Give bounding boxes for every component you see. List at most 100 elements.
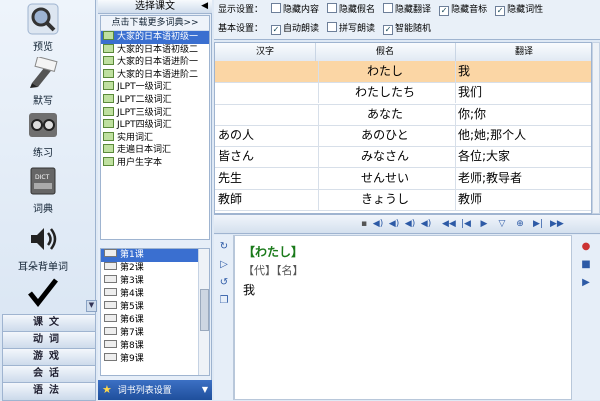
table-row[interactable]: あの人 あのひと 他;她;那个人 bbox=[215, 124, 591, 148]
first-icon[interactable]: |◀ bbox=[460, 218, 472, 231]
book-icon bbox=[103, 131, 114, 141]
dropdown-arrow-icon: ▼ bbox=[201, 385, 208, 394]
option-checkbox[interactable]: 拼写朗读 bbox=[319, 22, 375, 34]
copy-icon[interactable]: ❐ bbox=[218, 295, 230, 307]
fast-forward-icon[interactable]: ▶▶ bbox=[550, 218, 564, 231]
table-scrollbar[interactable] bbox=[592, 42, 600, 214]
table-row[interactable]: あなた 你;你 bbox=[215, 103, 591, 126]
book-list-item[interactable]: 大家的日本语初级二 bbox=[101, 43, 209, 57]
option-checkbox[interactable]: ✓ 隐藏音标 bbox=[431, 5, 488, 16]
lesson-list-item[interactable]: 第5课 bbox=[101, 301, 209, 314]
option-checkbox[interactable]: ✓ 智能随机 bbox=[375, 24, 431, 35]
option-label: 自动朗读 bbox=[283, 24, 320, 34]
lesson-list-item[interactable]: 第3课 bbox=[101, 275, 209, 288]
tool-dictionary[interactable]: DICT 词典 bbox=[0, 164, 86, 215]
tool-preview[interactable]: 预览 bbox=[0, 2, 86, 53]
book-list-item[interactable]: 用户生字本 bbox=[101, 156, 209, 170]
cell-meaning: 你;你 bbox=[455, 104, 591, 125]
lesson-title: 第6课 bbox=[120, 315, 144, 325]
loop-icon[interactable]: ⊕ bbox=[514, 218, 526, 231]
detail-word: 【わたし】 bbox=[243, 245, 304, 259]
book-title: 用户生字本 bbox=[117, 157, 163, 168]
category-grammar-button[interactable]: 语法 bbox=[2, 382, 96, 401]
lesson-list-item[interactable]: 第9课 bbox=[101, 353, 209, 366]
checkbox-box[interactable] bbox=[383, 3, 394, 13]
tool-ear-memorize[interactable]: 耳朵背单词 bbox=[0, 222, 86, 273]
option-checkbox[interactable]: 隐藏内容 bbox=[263, 3, 319, 15]
checkbox-box[interactable]: ✓ bbox=[383, 25, 394, 35]
table-row[interactable]: 先生 せんせい 老师;教导者 bbox=[215, 167, 591, 190]
lesson-title: 第5课 bbox=[120, 302, 144, 312]
book-list-item[interactable]: JLPT二级词汇 bbox=[101, 93, 209, 107]
cell-kanji bbox=[215, 61, 319, 82]
column-header-kanji[interactable]: 汉字 bbox=[215, 43, 316, 61]
expand-icon[interactable]: ▷ bbox=[218, 259, 230, 271]
option-label: 隐藏假名 bbox=[339, 5, 376, 15]
option-checkbox[interactable]: ✓ 自动朗读 bbox=[263, 24, 320, 35]
book-list-item[interactable]: JLPT三级词汇 bbox=[101, 106, 209, 120]
lesson-title: 第8课 bbox=[120, 341, 144, 351]
play-recording-icon[interactable]: ▶ bbox=[580, 277, 592, 289]
lesson-icon bbox=[104, 275, 117, 283]
tool-dictation[interactable]: 默写 bbox=[0, 56, 86, 107]
stop-icon[interactable]: ■ bbox=[580, 259, 592, 271]
word-detail-pane: 【わたし】 【代】【名】 我 bbox=[234, 235, 572, 400]
column-header-kana[interactable]: 假名 bbox=[315, 43, 456, 61]
collapse-left-icon[interactable]: ◀ bbox=[201, 0, 208, 13]
checkbox-box[interactable] bbox=[327, 3, 338, 13]
lesson-list-item[interactable]: 第2课 bbox=[101, 262, 209, 275]
volume-low-icon[interactable]: ◀) bbox=[372, 218, 384, 231]
play-icon[interactable]: ▶ bbox=[478, 218, 490, 231]
option-checkbox[interactable]: 隐藏翻译 bbox=[375, 3, 431, 15]
cell-kana: わたし bbox=[315, 61, 456, 82]
table-row[interactable]: わたし我 bbox=[215, 61, 591, 84]
record-icon[interactable]: ● bbox=[580, 241, 592, 253]
pen-icon bbox=[23, 56, 63, 90]
cell-kana: あなた bbox=[315, 103, 456, 125]
dictionary-icon: DICT bbox=[23, 164, 63, 198]
option-label: 隐藏音标 bbox=[451, 5, 488, 15]
display-settings-label: 显示设置： bbox=[218, 5, 264, 15]
book-list-item[interactable]: 大家的日本语初级一 bbox=[101, 31, 209, 44]
table-row[interactable]: 皆さん みなさん 各位;大家 bbox=[215, 146, 591, 169]
filter-icon[interactable]: ▽ bbox=[496, 218, 508, 231]
checkbox-box[interactable] bbox=[327, 22, 338, 32]
lesson-list-item[interactable]: 第1课 bbox=[101, 249, 209, 262]
volume-mid-icon[interactable]: ◀) bbox=[388, 218, 400, 231]
next-icon[interactable]: ▶| bbox=[532, 218, 544, 231]
book-list-item[interactable]: JLPT四级词汇 bbox=[101, 119, 209, 132]
tool-label: 耳朵背单词 bbox=[18, 262, 68, 273]
checkbox-box[interactable]: ✓ bbox=[495, 6, 506, 16]
book-list-item[interactable]: 实用词汇 bbox=[101, 131, 209, 145]
scrollbar-thumb[interactable] bbox=[200, 289, 209, 331]
option-checkbox[interactable]: ✓ 隐藏词性 bbox=[487, 5, 543, 16]
book-list-item[interactable]: 走遍日本词汇 bbox=[101, 144, 209, 157]
tool-check[interactable] bbox=[0, 276, 86, 310]
lesson-list-item[interactable]: 第7课 bbox=[101, 327, 209, 340]
option-checkbox[interactable]: 隐藏假名 bbox=[319, 3, 376, 15]
lesson-list-scrollbar[interactable] bbox=[198, 249, 209, 375]
reload-icon[interactable]: ↺ bbox=[218, 277, 230, 289]
download-dictionaries-link[interactable]: 点击下载更多词典>> bbox=[101, 16, 209, 31]
lesson-list-item[interactable]: 第8课 bbox=[101, 340, 209, 353]
checkbox-box[interactable]: ✓ bbox=[271, 25, 282, 35]
table-row[interactable]: わたしたち 我们 bbox=[215, 82, 591, 105]
tools-scroll-down-button[interactable]: ▼ bbox=[86, 300, 97, 312]
table-row[interactable]: 教師 きょうし 教师 bbox=[215, 188, 591, 212]
lesson-list-item[interactable]: 第4课 bbox=[101, 288, 209, 301]
book-list-item[interactable]: 大家的日本语进阶一 bbox=[101, 56, 209, 69]
lesson-list-item[interactable]: 第6课 bbox=[101, 314, 209, 327]
volume-high-icon[interactable]: ◀) bbox=[404, 218, 416, 231]
book-icon bbox=[103, 106, 114, 116]
checkbox-box[interactable] bbox=[271, 3, 282, 13]
rewind-icon[interactable]: ◀◀ bbox=[442, 218, 456, 231]
tool-practice[interactable]: 练习 bbox=[0, 108, 86, 159]
column-header-meaning[interactable]: 翻译 bbox=[455, 43, 591, 61]
book-list-settings-button[interactable]: ★ 词书列表设置 ▼ bbox=[98, 380, 212, 400]
book-list-item[interactable]: 大家的日本语进阶二 bbox=[101, 68, 209, 82]
book-list-item[interactable]: JLPT一级词汇 bbox=[101, 81, 209, 94]
volume-max-icon[interactable]: ◀) bbox=[420, 218, 432, 231]
refresh-icon[interactable]: ↻ bbox=[218, 241, 230, 253]
lesson-title: 第2课 bbox=[120, 263, 144, 273]
checkbox-box[interactable]: ✓ bbox=[439, 6, 450, 16]
